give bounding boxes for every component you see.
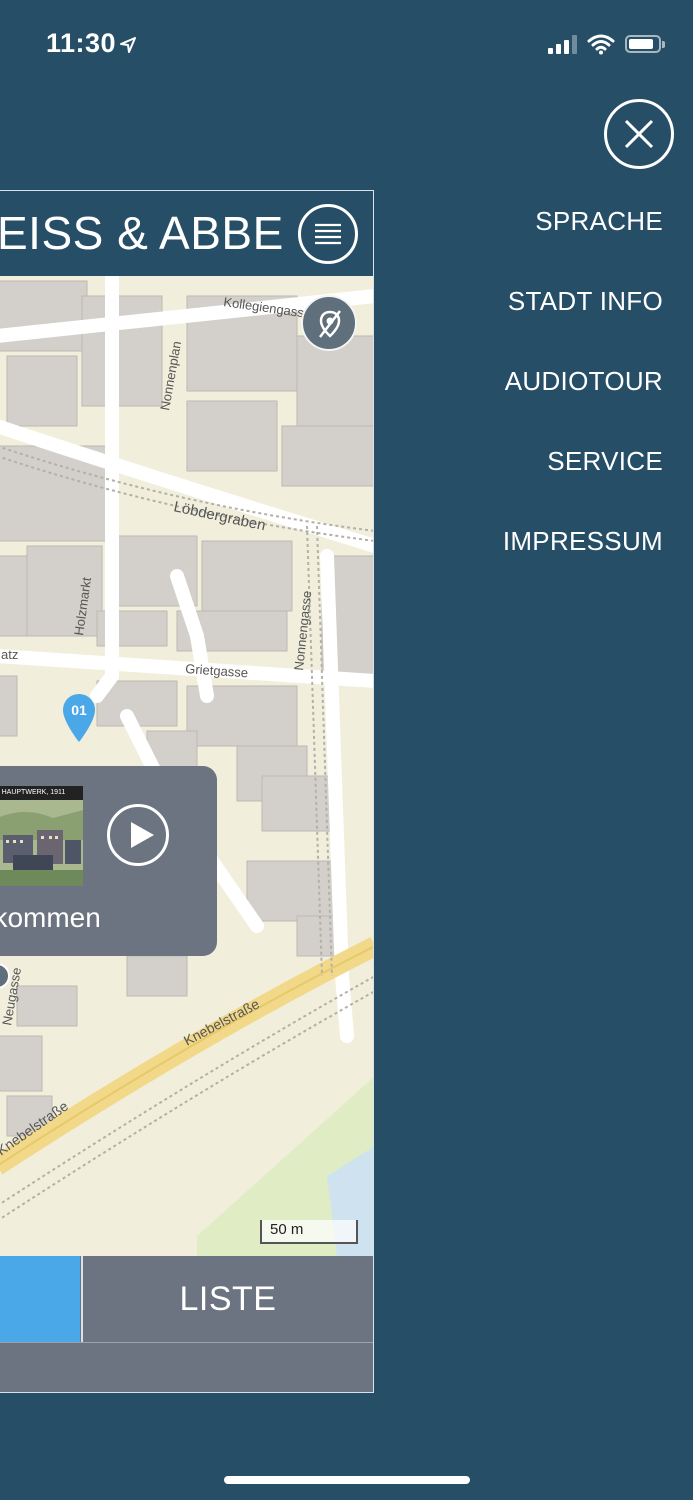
play-button[interactable] xyxy=(107,804,169,866)
app-header: EISS & ABBE xyxy=(0,191,373,276)
location-arrow-icon xyxy=(120,36,137,53)
tab-bar: LISTE xyxy=(0,1256,373,1342)
tab-map[interactable] xyxy=(0,1256,80,1342)
side-menu: SPRACHE STADT INFO AUDIOTOUR SERVICE IMP… xyxy=(503,200,663,600)
menu-item-sprache[interactable]: SPRACHE xyxy=(503,200,663,280)
bottom-strip xyxy=(0,1342,373,1392)
home-indicator[interactable] xyxy=(224,1476,470,1484)
status-icons xyxy=(548,30,665,58)
scale-label: 50 m xyxy=(270,1221,304,1238)
cellular-signal-icon xyxy=(548,34,577,54)
tab-list[interactable]: LISTE xyxy=(81,1256,373,1342)
status-time-text: 11:30 xyxy=(46,28,117,58)
menu-item-impressum[interactable]: IMPRESSUM xyxy=(503,520,663,600)
street-label-grietgasse: Grietgasse xyxy=(185,661,249,680)
map-scale: 50 m xyxy=(260,1220,358,1244)
street-label-platz: atz xyxy=(1,647,18,662)
map-pin-label: 01 xyxy=(71,702,87,718)
popup-title: llkommen xyxy=(0,902,101,933)
menu-item-stadt-info[interactable]: STADT INFO xyxy=(503,280,663,360)
map-view[interactable]: Kollegiengass Nonnenplan Löbdergraben Ho… xyxy=(0,276,373,1256)
location-disabled-icon xyxy=(319,310,341,338)
app-panel[interactable]: EISS & ABBE Kollegiengass Nonnenplan Löb… xyxy=(0,190,374,1393)
status-time: 11:30 xyxy=(46,28,137,59)
wifi-icon xyxy=(587,34,615,55)
hamburger-icon xyxy=(315,223,341,245)
map-pin-01[interactable]: 01 xyxy=(63,694,95,742)
menu-item-service[interactable]: SERVICE xyxy=(503,440,663,520)
play-icon xyxy=(131,822,154,848)
thumbnail-caption: S HAUPTWERK, 1911 xyxy=(0,786,83,800)
factory-image-icon xyxy=(0,800,83,886)
locate-me-button[interactable] xyxy=(301,295,357,351)
popup-thumbnail: S HAUPTWERK, 1911 xyxy=(0,786,83,886)
menu-button[interactable] xyxy=(298,204,358,264)
menu-item-audiotour[interactable]: AUDIOTOUR xyxy=(503,360,663,440)
audio-popup[interactable]: S HAUPTWERK, 1911 llkommen xyxy=(0,766,217,956)
close-icon xyxy=(624,119,654,149)
close-menu-button[interactable] xyxy=(604,99,674,169)
battery-icon xyxy=(625,35,665,53)
app-title: EISS & ABBE xyxy=(0,207,284,259)
